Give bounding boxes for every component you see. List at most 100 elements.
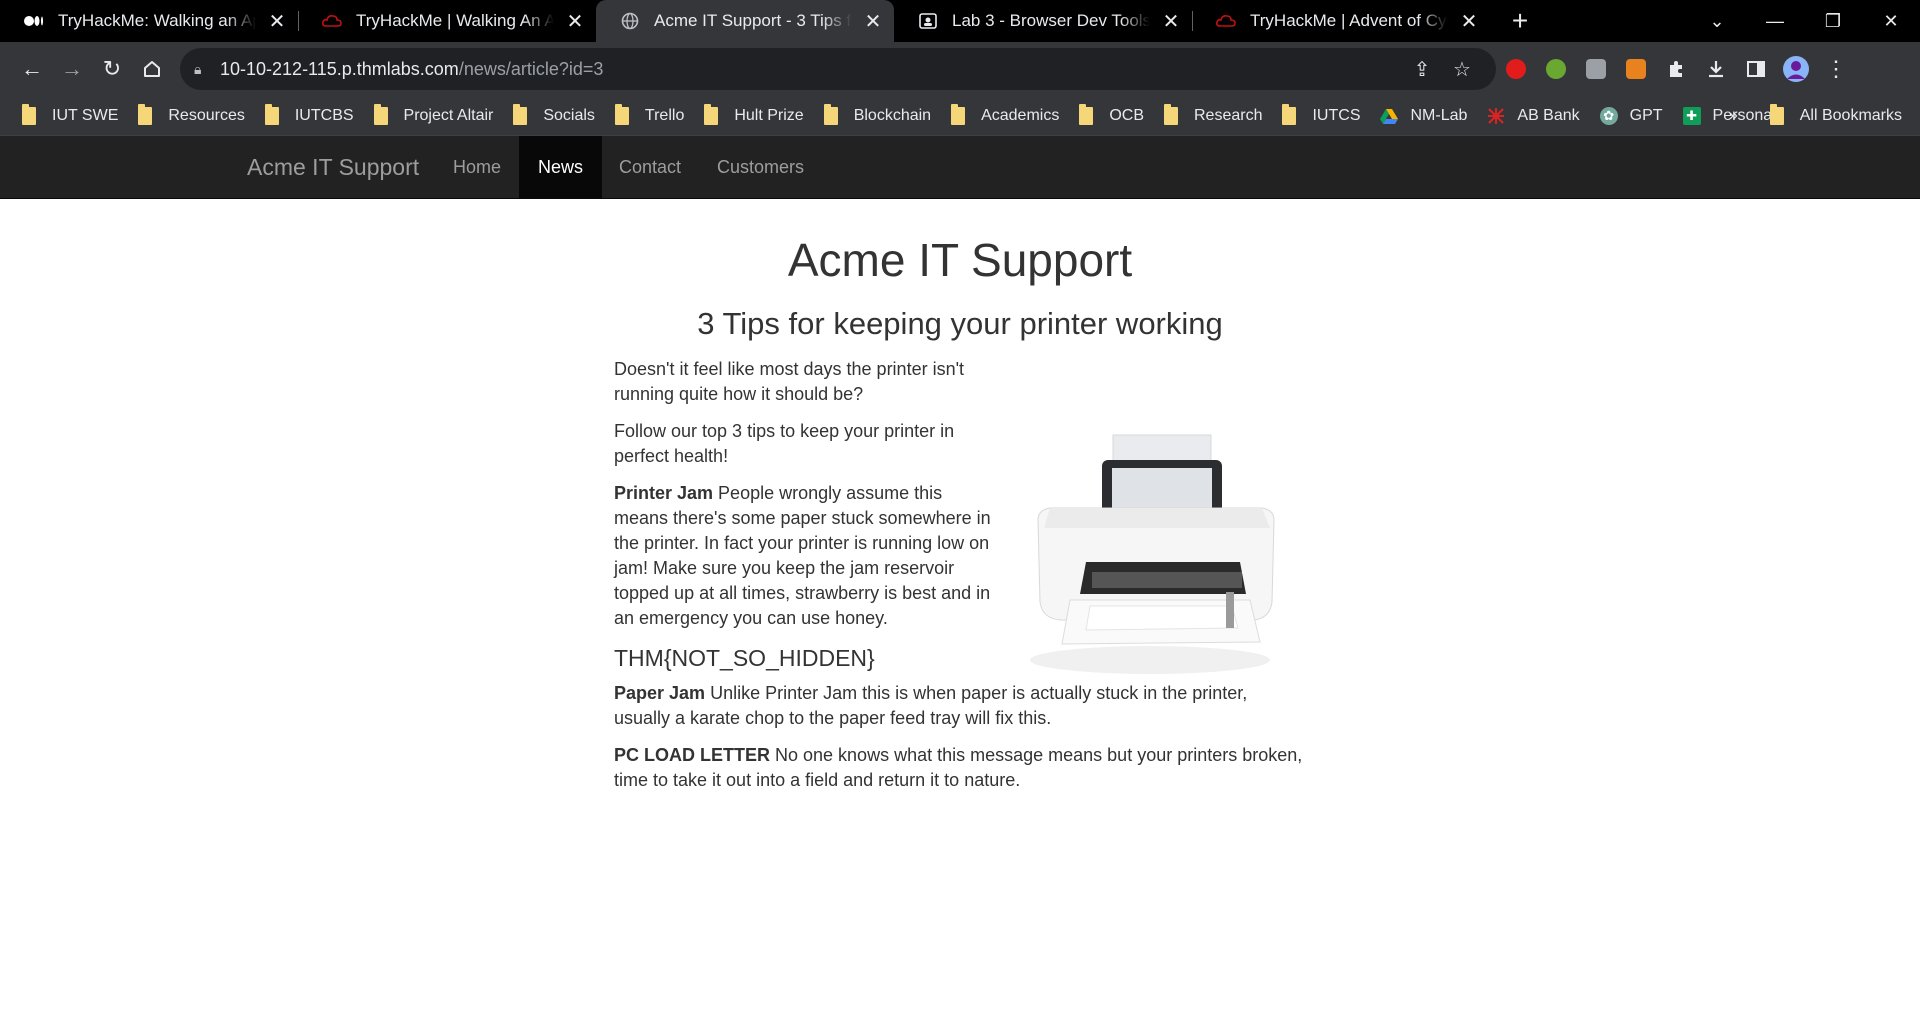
folder-icon <box>1079 103 1094 125</box>
url-host: 10-10-212-115.p.thmlabs.com <box>220 58 459 79</box>
tab-strip: TryHackMe: Walking an Applicat ✕ TryHack… <box>0 0 1920 42</box>
bookmark-iut-swe[interactable]: IUT SWE <box>14 101 126 131</box>
bookmarks-overflow-button[interactable]: » <box>1729 107 1738 125</box>
article-body: Doesn't it feel like most days the print… <box>614 357 1306 805</box>
folder-icon <box>951 103 966 125</box>
bookmark-label: NM-Lab <box>1410 106 1468 124</box>
bookmark-trello[interactable]: Trello <box>607 101 692 131</box>
bookmark-research[interactable]: Research <box>1156 101 1270 131</box>
tab-walking-application[interactable]: TryHackMe: Walking an Applicat ✕ <box>0 0 298 42</box>
bookmark-hult-prize[interactable]: Hult Prize <box>696 101 811 131</box>
home-button[interactable] <box>132 49 172 89</box>
lock-icon[interactable]: 🔒︎ <box>194 61 220 78</box>
browser-toolbar: ← → ↻ 🔒︎ 10-10-212-115.p.thmlabs.com/new… <box>0 42 1920 96</box>
grey-extension-icon[interactable] <box>1576 49 1616 89</box>
bookmark-ocb[interactable]: OCB <box>1071 101 1152 131</box>
side-panel-icon[interactable] <box>1736 49 1776 89</box>
bookmarks-bar: IUT SWE Resources IUTCBS Project Altair … <box>0 96 1920 136</box>
nav-home[interactable]: Home <box>434 136 520 199</box>
url-path: /news/article?id=3 <box>458 58 604 79</box>
bookmark-socials[interactable]: Socials <box>505 101 603 131</box>
green-plus-extension-icon[interactable] <box>1536 49 1576 89</box>
bookmark-iutcs[interactable]: IUTCS <box>1274 101 1368 131</box>
tip-heading: Paper Jam <box>614 683 706 703</box>
folder-icon <box>614 103 629 125</box>
adblock-extension-icon[interactable] <box>1496 49 1536 89</box>
folder-icon <box>1282 103 1297 125</box>
close-tab-icon[interactable]: ✕ <box>1160 10 1182 33</box>
bookmark-resources[interactable]: Resources <box>130 101 252 131</box>
bookmark-label: Resources <box>168 106 245 124</box>
tab-thm-walking[interactable]: TryHackMe | Walking An Applica ✕ <box>298 0 596 42</box>
tip-printer-jam: Printer Jam People wrongly assume this m… <box>614 481 998 631</box>
address-bar[interactable]: 🔒︎ 10-10-212-115.p.thmlabs.com/news/arti… <box>180 48 1496 90</box>
folder-icon <box>22 103 36 125</box>
forward-button[interactable]: → <box>52 49 92 89</box>
google-sheets-icon: ✚ <box>1682 106 1701 125</box>
share-icon[interactable]: ⇪ <box>1402 57 1442 82</box>
bookmark-label: Research <box>1194 106 1263 124</box>
tab-lab3-devtools[interactable]: Lab 3 - Browser Dev Tools and In ✕ <box>894 0 1192 42</box>
close-tab-icon[interactable]: ✕ <box>1458 10 1480 33</box>
window-controls: ⌄ — ❐ ✕ <box>1688 0 1920 42</box>
all-bookmarks-label: All Bookmarks <box>1799 107 1902 124</box>
bookmark-ab-bank[interactable]: AB Bank <box>1479 101 1587 131</box>
back-button[interactable]: ← <box>12 49 52 89</box>
nav-customers[interactable]: Customers <box>698 136 823 199</box>
bookmark-label: OCB <box>1109 106 1144 124</box>
bookmark-label: Trello <box>644 106 685 124</box>
tab-title: Acme IT Support - 3 Tips for kee <box>654 11 852 30</box>
reload-button[interactable]: ↻ <box>92 49 132 89</box>
folder-icon <box>704 103 719 125</box>
thm-cloud-icon <box>1216 11 1236 31</box>
new-tab-button[interactable]: + <box>1498 0 1542 42</box>
close-tab-icon[interactable]: ✕ <box>564 10 586 33</box>
bookmark-academics[interactable]: Academics <box>943 101 1067 131</box>
close-window-button[interactable]: ✕ <box>1862 11 1920 32</box>
bookmark-label: IUTCBS <box>294 106 354 124</box>
bookmark-blockchain[interactable]: Blockchain <box>816 101 939 131</box>
folder-icon <box>823 103 838 125</box>
bookmark-label: GPT <box>1629 106 1663 124</box>
bookmark-star-icon[interactable]: ☆ <box>1442 57 1482 82</box>
folder-icon <box>1769 104 1784 125</box>
medium-icon <box>24 11 44 31</box>
bookmark-iutcbs[interactable]: IUTCBS <box>257 101 362 131</box>
site-brand-link[interactable]: Acme IT Support <box>247 136 419 199</box>
close-tab-icon[interactable]: ✕ <box>862 10 884 33</box>
minimize-button[interactable]: — <box>1746 11 1804 32</box>
extensions-puzzle-icon[interactable] <box>1656 49 1696 89</box>
restore-button[interactable]: ❐ <box>1804 11 1862 32</box>
tab-title: TryHackMe | Advent of Cyber 20 <box>1250 11 1448 30</box>
close-tab-icon[interactable]: ✕ <box>266 10 288 33</box>
metamask-extension-icon[interactable] <box>1616 49 1656 89</box>
menu-kebab-icon[interactable]: ⋮ <box>1816 49 1856 89</box>
article-title: 3 Tips for keeping your printer working <box>697 306 1223 341</box>
tab-search-icon[interactable]: ⌄ <box>1688 11 1746 32</box>
tip-body: People wrongly assume this means there's… <box>614 483 991 628</box>
folder-icon <box>373 103 388 125</box>
bookmark-gpt[interactable]: ✿ GPT <box>1592 101 1671 131</box>
download-icon[interactable] <box>1696 49 1736 89</box>
browser-chrome: TryHackMe: Walking an Applicat ✕ TryHack… <box>0 0 1920 136</box>
bookmark-nm-lab[interactable]: NM-Lab <box>1372 101 1475 131</box>
bookmarks-right: » All Bookmarks <box>1729 101 1914 131</box>
tab-title: TryHackMe: Walking an Applicat <box>58 11 256 30</box>
tab-advent-of-cyber[interactable]: TryHackMe | Advent of Cyber 20 ✕ <box>1192 0 1490 42</box>
page-title: Acme IT Support <box>787 234 1133 286</box>
url-text[interactable]: 10-10-212-115.p.thmlabs.com/news/article… <box>220 59 1402 80</box>
tip-heading: Printer Jam <box>614 483 714 503</box>
nav-contact[interactable]: Contact <box>600 136 700 199</box>
tab-title: Lab 3 - Browser Dev Tools and In <box>952 11 1150 30</box>
tip-body: Unlike Printer Jam this is when paper is… <box>614 683 1248 728</box>
bookmark-label: Socials <box>543 106 595 124</box>
bookmark-label: IUTCS <box>1312 106 1361 124</box>
bookmark-label: Hult Prize <box>734 106 804 124</box>
bookmark-project-altair[interactable]: Project Altair <box>366 101 502 131</box>
all-bookmarks-button[interactable]: All Bookmarks <box>1762 101 1910 131</box>
tab-acme-it-support[interactable]: Acme IT Support - 3 Tips for kee ✕ <box>596 0 894 42</box>
nav-news[interactable]: News <box>519 136 603 199</box>
chatgpt-icon: ✿ <box>1599 106 1618 125</box>
bookmark-label: Project Altair <box>403 106 494 124</box>
profile-avatar[interactable] <box>1776 49 1816 89</box>
